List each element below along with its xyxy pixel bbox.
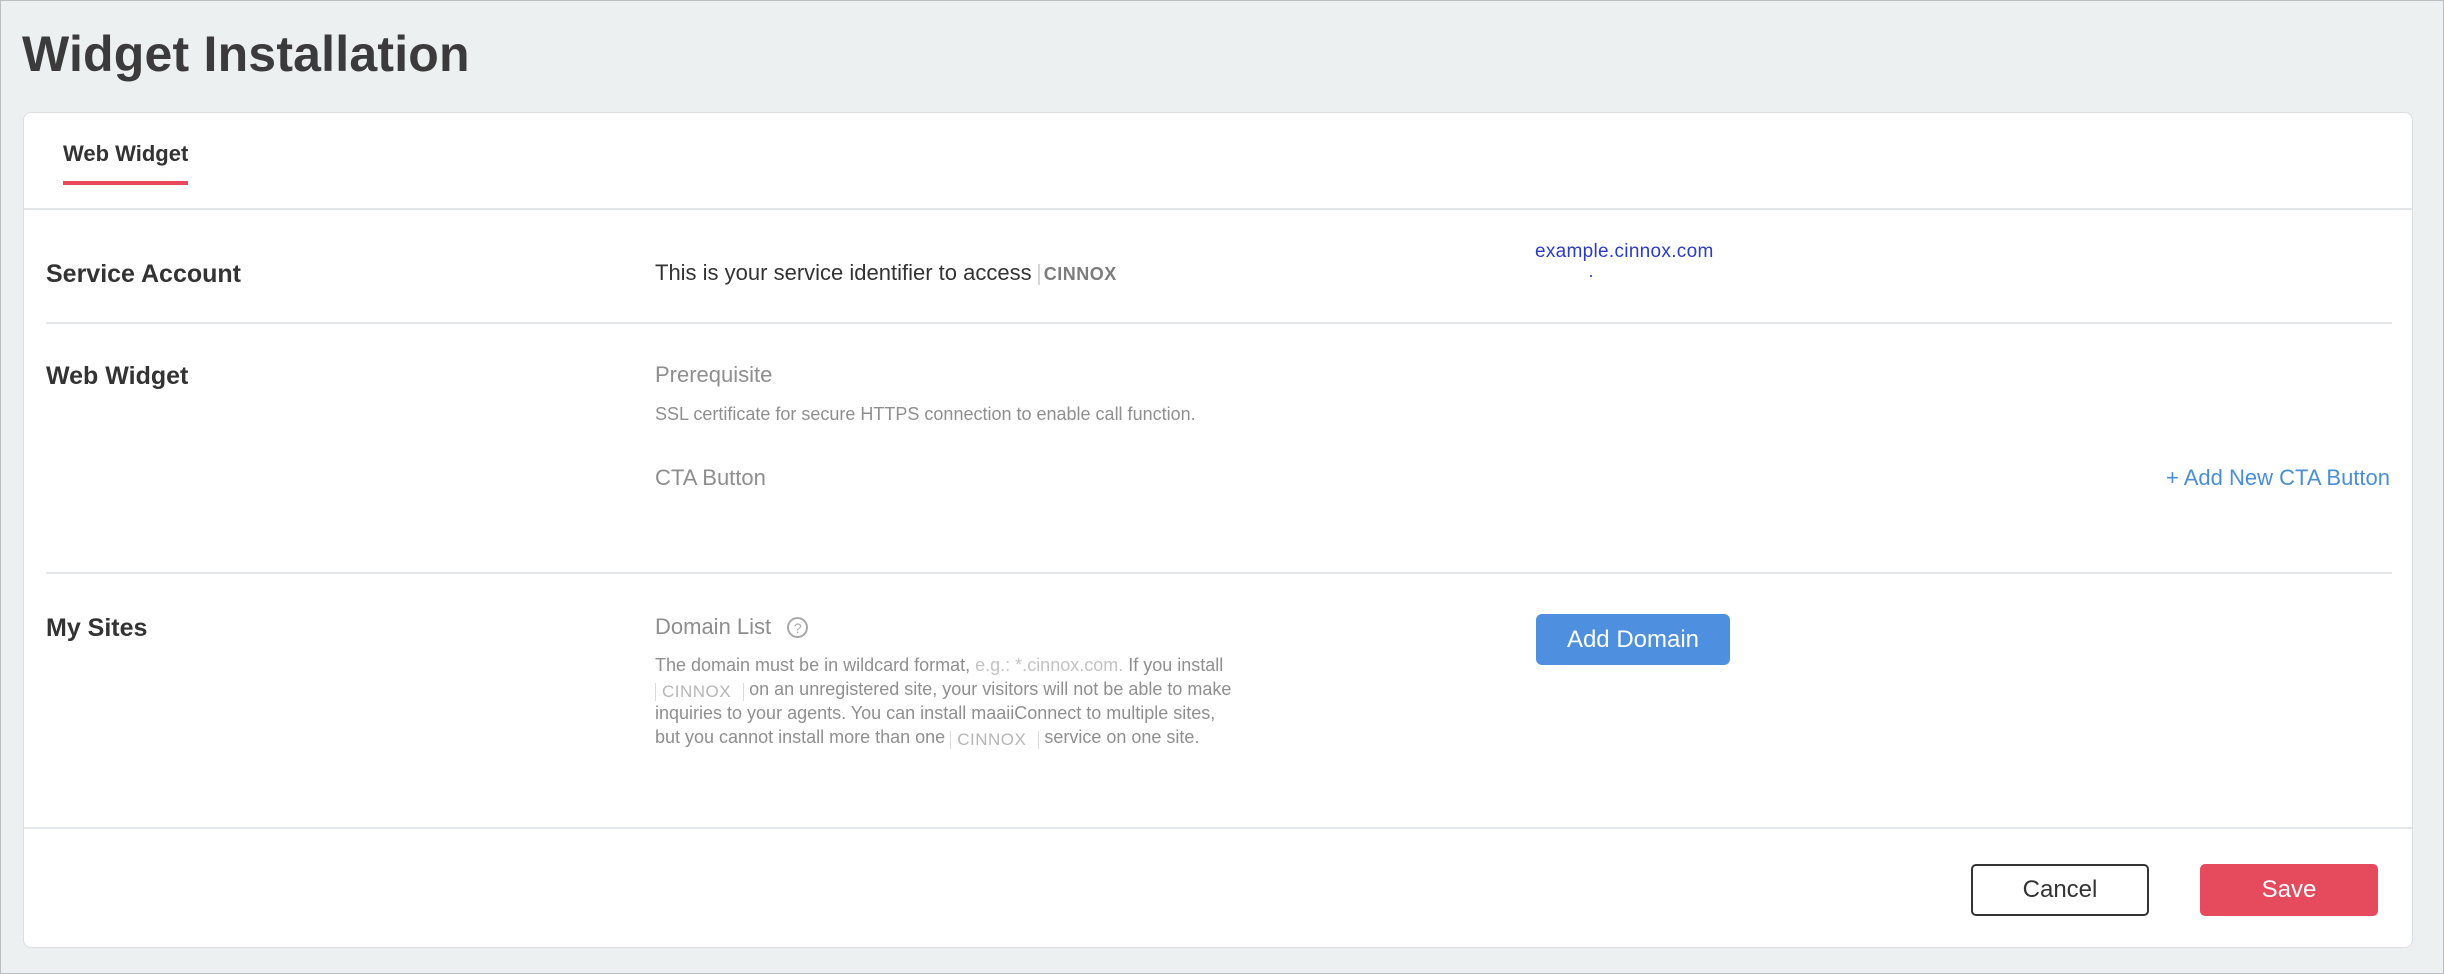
section-label-my-sites: My Sites (46, 614, 148, 642)
domain-desc-part2: If you install (1128, 655, 1224, 675)
add-domain-button[interactable]: Add Domain (1536, 614, 1730, 665)
divider (46, 572, 2392, 574)
divider (46, 322, 2392, 324)
help-circle-icon[interactable]: ? (787, 617, 809, 638)
add-new-cta-button-link[interactable]: + Add New CTA Button (2166, 465, 2390, 491)
service-account-domain: example.cinnox.com (1535, 241, 1714, 262)
service-account-description-text: This is your service identifier to acces… (655, 260, 1032, 285)
domain-desc-part1: The domain must be in wildcard format, (655, 655, 971, 675)
domain-list-title: Domain List ? (655, 614, 809, 640)
domain-desc-example: e.g.: *.cinnox.com. (975, 655, 1124, 675)
prerequisite-note: SSL certificate for secure HTTPS connect… (655, 404, 1196, 424)
brand-name-inline: CINNOX (950, 731, 1040, 749)
brand-name: CINNOX (1037, 264, 1117, 285)
widget-installation-card: Web Widget Service Account This is your … (23, 112, 2413, 948)
footer-divider (24, 827, 2412, 829)
cta-button-title: CTA Button (655, 465, 766, 490)
tab-web-widget[interactable]: Web Widget (63, 141, 189, 185)
brand-name-inline: CINNOX (655, 683, 745, 701)
service-account-description: This is your service identifier to acces… (655, 260, 1117, 286)
decorative-dot (1590, 275, 1592, 277)
save-button[interactable]: Save (2200, 864, 2378, 916)
page-title: Widget Installation (22, 26, 470, 82)
tab-bar: Web Widget (24, 113, 2412, 210)
domain-list-description: The domain must be in wildcard format, e… (655, 653, 1235, 749)
cancel-button[interactable]: Cancel (1971, 864, 2149, 916)
domain-list-title-text: Domain List (655, 614, 772, 639)
section-label-web-widget: Web Widget (46, 362, 189, 390)
prerequisite-title: Prerequisite (655, 362, 773, 387)
domain-desc-part4: service on one site. (1044, 727, 1200, 747)
section-label-service-account: Service Account (46, 260, 241, 288)
